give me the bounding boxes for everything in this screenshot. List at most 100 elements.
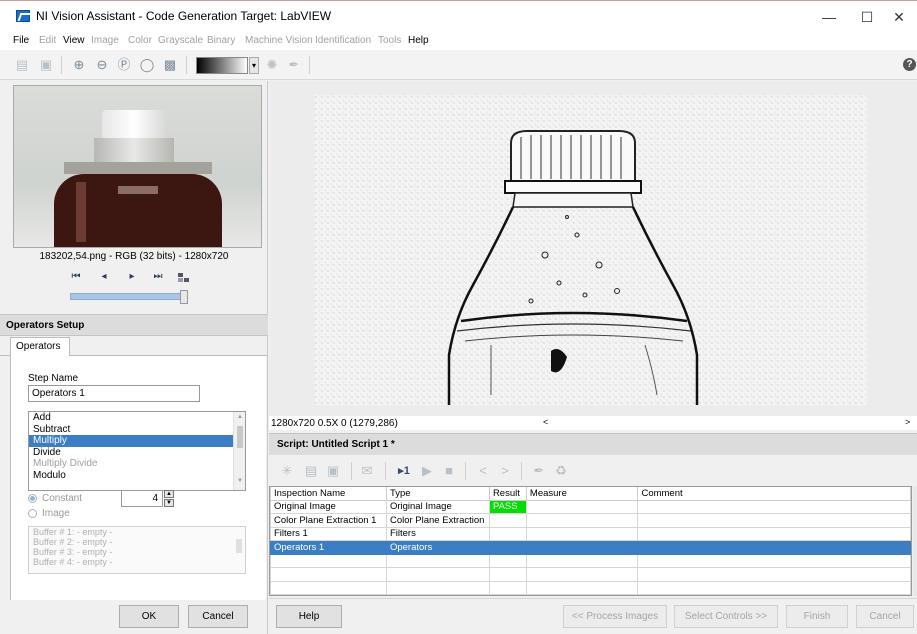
image-slider-thumb[interactable] <box>180 290 188 304</box>
constant-value-input[interactable] <box>121 490 163 507</box>
list-item[interactable]: Multiply Divide <box>29 458 245 470</box>
inspection-name-cell[interactable]: Color Plane Extraction 1 <box>270 513 387 528</box>
image-view-icon[interactable]: ▩ <box>162 57 178 73</box>
buffer-list-scrollbar[interactable] <box>233 527 245 573</box>
prev-image-button[interactable]: ◂ <box>96 271 112 285</box>
list-item[interactable]: Subtract <box>29 424 245 436</box>
inspection-name-cell[interactable]: Operators 1 <box>270 540 387 555</box>
measure-cell[interactable] <box>525 499 639 514</box>
last-image-button[interactable]: ⏭ <box>150 271 166 285</box>
zoom-fit-icon[interactable]: ◯ <box>139 57 155 73</box>
measure-cell[interactable] <box>525 526 639 541</box>
type-cell[interactable]: Operators <box>385 540 490 555</box>
cancel-wizard-button[interactable]: Cancel <box>856 605 914 628</box>
list-item[interactable]: Modulo <box>29 470 245 482</box>
menu-help[interactable]: Help <box>408 35 429 46</box>
comment-cell[interactable] <box>637 540 911 555</box>
zoom-out-icon[interactable]: ⊖ <box>94 57 110 73</box>
pen-icon[interactable]: ✒ <box>286 57 302 73</box>
table-row[interactable] <box>270 553 911 568</box>
table-row[interactable]: Color Plane Extraction 1 Color Plane Ext… <box>270 513 911 528</box>
help-button[interactable]: Help <box>276 605 342 628</box>
inspection-name-cell[interactable]: Original Image <box>270 499 387 514</box>
column-header[interactable]: Result <box>488 487 527 501</box>
type-cell[interactable]: Color Plane Extraction <box>385 513 490 528</box>
table-row[interactable] <box>270 567 911 582</box>
run-icon[interactable]: ▶ <box>419 463 435 479</box>
step-name-input[interactable] <box>28 385 200 402</box>
inspection-name-cell[interactable]: Filters 1 <box>270 526 387 541</box>
list-item[interactable]: Buffer # 2: - empty - <box>29 537 245 547</box>
zoom-actual-icon[interactable]: Ⓟ <box>116 57 132 73</box>
run-once-icon[interactable]: ▸1 <box>393 463 415 479</box>
comment-cell[interactable] <box>637 513 911 528</box>
list-item[interactable]: Buffer # 1: - empty - <box>29 527 245 537</box>
menu-tools[interactable]: Tools <box>378 35 401 46</box>
image-viewer[interactable] <box>269 81 917 416</box>
column-header[interactable]: Comment <box>637 487 911 501</box>
measure-cell[interactable] <box>525 513 639 528</box>
menu-grayscale[interactable]: Grayscale <box>158 35 203 46</box>
cancel-button[interactable]: Cancel <box>188 605 248 628</box>
type-cell[interactable]: Original Image <box>385 499 490 514</box>
operation-list[interactable]: Add Subtract Multiply Divide Multiply Di… <box>28 411 246 491</box>
edit-step-icon[interactable]: ✒ <box>531 463 547 479</box>
list-item[interactable]: Add <box>29 412 245 424</box>
table-row[interactable] <box>270 580 911 595</box>
menu-image[interactable]: Image <box>91 35 119 46</box>
maximize-button[interactable]: ☐ <box>849 5 885 29</box>
tab-operators[interactable]: Operators <box>10 337 70 357</box>
table-row[interactable]: Original Image Original Image PASS <box>270 499 911 514</box>
ok-button[interactable]: OK <box>119 605 179 628</box>
column-header[interactable]: Inspection Name <box>270 487 387 501</box>
processed-image[interactable] <box>315 95 867 405</box>
measure-cell[interactable] <box>525 540 639 555</box>
scroll-up-icon[interactable]: ▲ <box>234 414 245 420</box>
palette-dropdown[interactable]: ▾ <box>249 57 259 74</box>
close-button[interactable]: ✕ <box>881 5 917 29</box>
palette-gradient[interactable] <box>196 57 248 74</box>
table-scrollbar[interactable] <box>913 486 917 596</box>
browser-mode-icon[interactable] <box>178 273 190 283</box>
result-cell[interactable] <box>488 540 527 555</box>
menu-color[interactable]: Color <box>128 35 152 46</box>
menu-binary[interactable]: Binary <box>207 35 235 46</box>
next-image-button[interactable]: ▸ <box>124 271 140 285</box>
menu-identification[interactable]: Identification <box>315 35 371 46</box>
list-item[interactable]: Buffer # 4: - empty - <box>29 557 245 567</box>
type-cell[interactable]: Filters <box>385 526 490 541</box>
image-radio[interactable] <box>28 509 37 518</box>
result-cell[interactable] <box>488 513 527 528</box>
table-row[interactable]: Filters 1 Filters <box>270 526 911 541</box>
comment-cell[interactable] <box>637 499 911 514</box>
result-cell[interactable]: PASS <box>488 499 527 514</box>
list-item[interactable]: Buffer # 3: - empty - <box>29 547 245 557</box>
menu-file[interactable]: File <box>13 35 29 46</box>
step-back-icon[interactable]: < <box>475 463 491 479</box>
scroll-left-icon[interactable]: < <box>543 417 548 427</box>
image-thumbnail[interactable] <box>13 85 262 248</box>
column-header[interactable]: Type <box>385 487 490 501</box>
step-forward-icon[interactable]: > <box>497 463 513 479</box>
open-script-icon[interactable]: ▤ <box>303 463 319 479</box>
script-table[interactable]: Inspection Name Type Result Measure Comm… <box>269 486 912 596</box>
help-icon[interactable]: ? <box>903 58 916 71</box>
overlay-icon[interactable]: ✺ <box>264 57 280 73</box>
scroll-down-icon[interactable]: ▼ <box>234 478 245 484</box>
image-slider-track[interactable] <box>70 293 185 300</box>
menu-view[interactable]: View <box>63 35 85 46</box>
comment-icon[interactable]: ✉ <box>359 463 375 479</box>
menu-machine-vision[interactable]: Machine Vision <box>245 35 313 46</box>
spin-down-button[interactable]: ▼ <box>164 499 174 507</box>
constant-radio[interactable] <box>28 494 37 503</box>
list-item[interactable]: Multiply <box>29 435 234 447</box>
spin-up-button[interactable]: ▲ <box>164 490 174 498</box>
minimize-button[interactable]: — <box>811 5 847 29</box>
select-controls-button[interactable]: Select Controls >> <box>674 605 778 628</box>
menu-edit[interactable]: Edit <box>39 35 56 46</box>
buffer-list[interactable]: Buffer # 1: - empty - Buffer # 2: - empt… <box>28 526 246 574</box>
stop-icon[interactable]: ■ <box>441 463 457 479</box>
operation-list-scrollbar[interactable]: ▲ ▼ <box>233 412 245 490</box>
column-header[interactable]: Measure <box>525 487 639 501</box>
save-icon[interactable]: ▣ <box>38 57 54 73</box>
